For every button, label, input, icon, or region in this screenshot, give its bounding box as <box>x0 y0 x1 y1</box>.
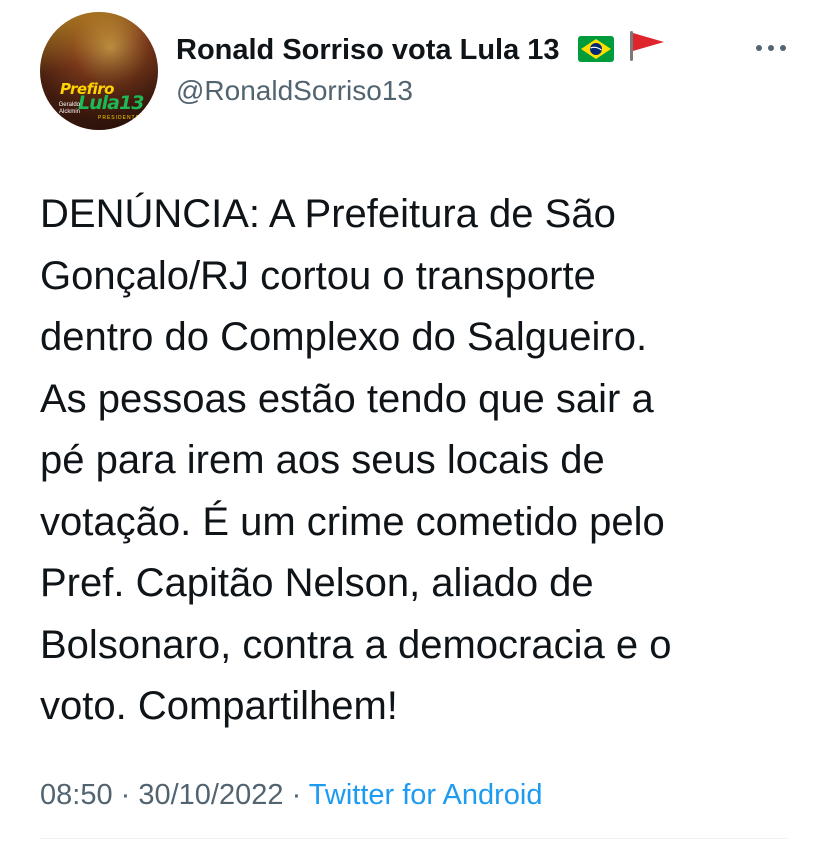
divider <box>40 838 788 839</box>
tweet-source-link[interactable]: Twitter for Android <box>309 779 543 811</box>
avatar-logo-text-3: Geraldo Alckmin <box>58 102 80 115</box>
tweet-text: DENÚNCIA: A Prefeitura de São Gonçalo/RJ… <box>40 192 672 728</box>
meta-separator: · <box>283 779 309 811</box>
brazil-flag-icon <box>577 35 614 71</box>
tweet-date[interactable]: 30/10/2022 <box>138 779 283 811</box>
display-name[interactable]: Ronald Sorriso vota Lula 13 <box>176 30 666 71</box>
display-name-text: Ronald Sorriso vota Lula 13 <box>176 34 560 66</box>
meta-separator: · <box>112 779 139 811</box>
more-options-icon[interactable] <box>754 40 788 56</box>
tweet-metadata: 08:50 · 30/10/2022 · Twitter for Android <box>40 777 542 813</box>
avatar[interactable]: Prefiro Lula13 Geraldo Alckmin PRESIDENT… <box>40 12 158 130</box>
avatar-logo-text-2: Lula13 <box>78 92 144 114</box>
red-flag-icon <box>628 30 666 71</box>
avatar-campaign-logo: Prefiro Lula13 Geraldo Alckmin PRESIDENT… <box>46 80 156 130</box>
tweet-time[interactable]: 08:50 <box>40 779 113 811</box>
user-handle[interactable]: @RonaldSorriso13 <box>176 74 413 108</box>
avatar-logo-text-4: PRESIDENTE <box>98 115 140 121</box>
